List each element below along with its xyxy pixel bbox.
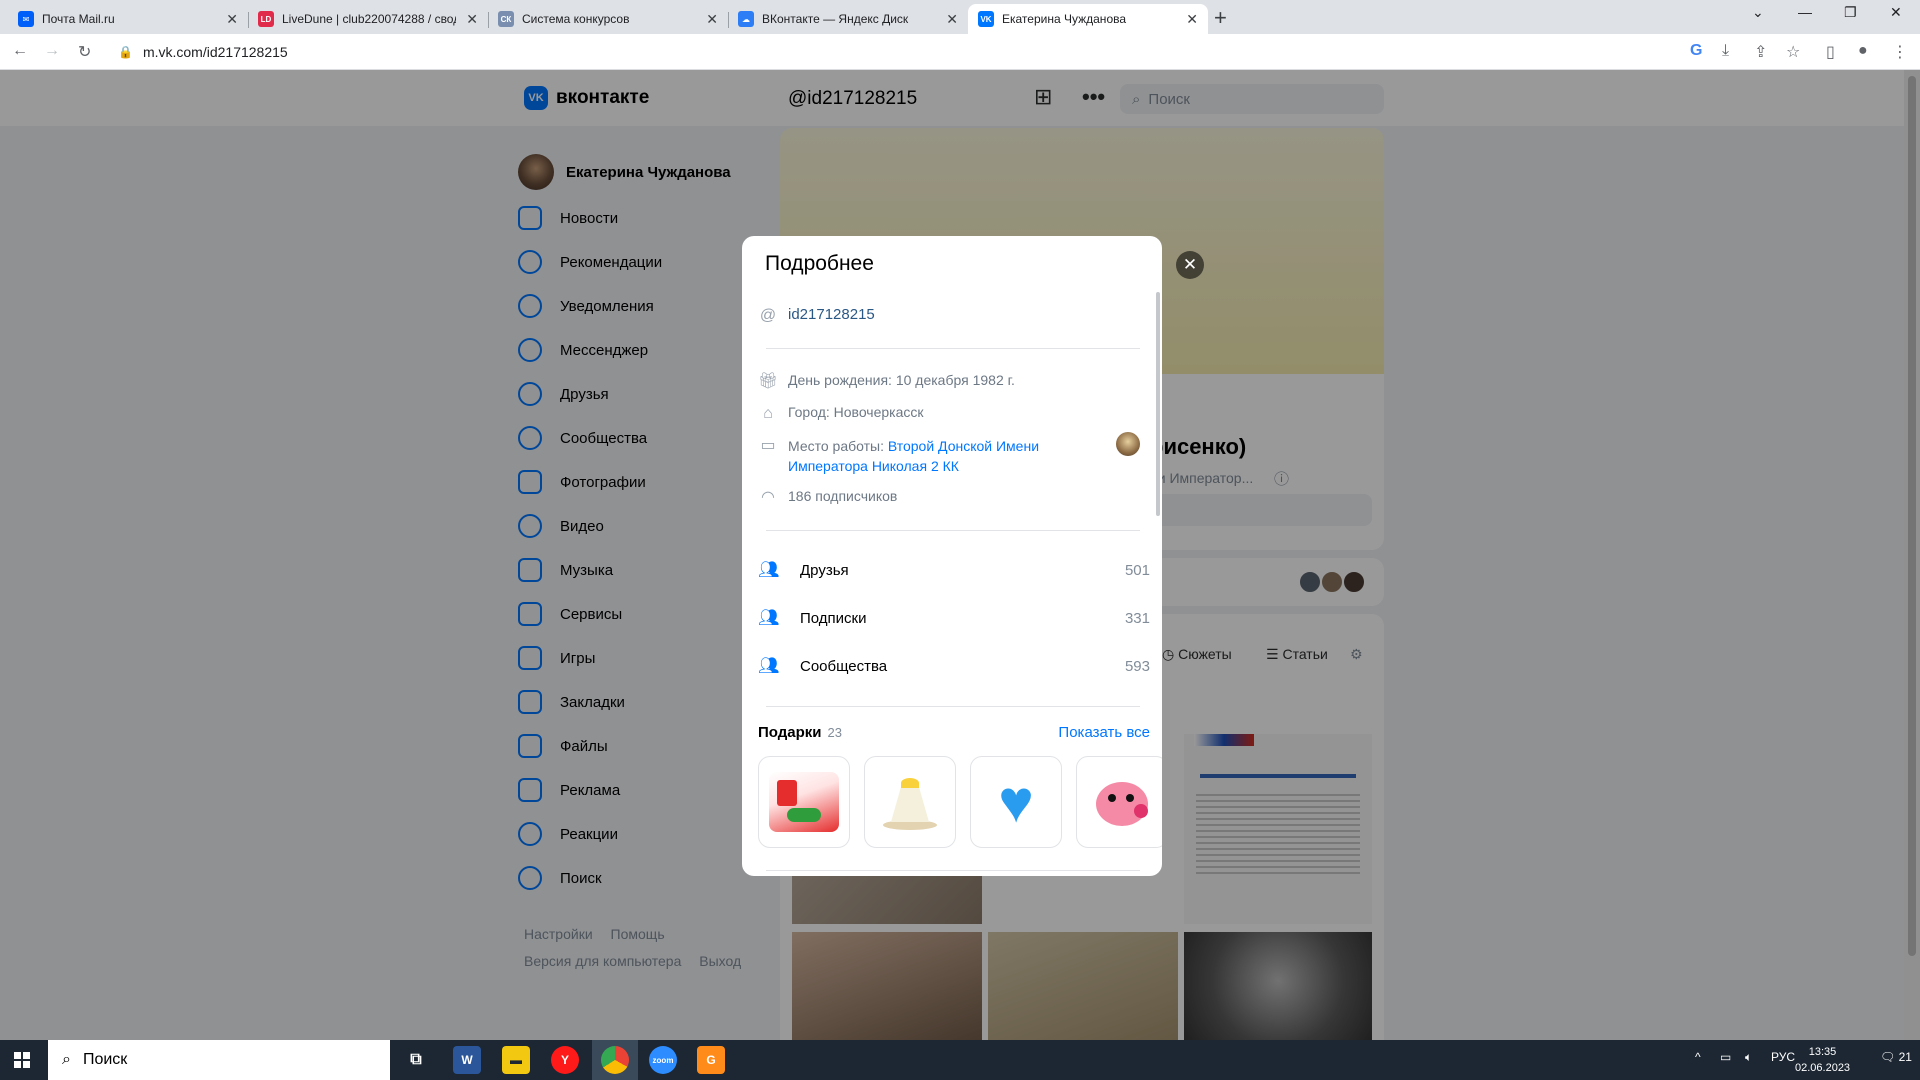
work-link-2[interactable]: Императора Николая 2 КК <box>788 458 959 474</box>
gift-may-day-digit <box>777 780 797 806</box>
birthday-row: 🎁︎ День рождения: 10 декабря 1982 г. <box>758 372 1015 390</box>
gift-easter-cake-top <box>901 778 919 788</box>
gift-may-day-leaves <box>787 808 821 822</box>
screen-name-link[interactable]: id217128215 <box>788 306 875 323</box>
taskbar-clock[interactable]: 13:35 02.06.2023 <box>1795 1044 1850 1076</box>
yandex-disk-icon: ☁ <box>738 11 754 27</box>
tab-livedune[interactable]: LD LiveDune | club220074288 / свод ✕ <box>248 4 488 34</box>
livedune-icon: LD <box>258 11 274 27</box>
bookmark-star-icon[interactable]: ☆ <box>1786 42 1800 62</box>
tab-search-icon[interactable]: ⌄ <box>1752 4 1764 21</box>
work-link[interactable]: Второй Донской Имени <box>888 438 1039 454</box>
gift-pink-toy-image <box>1090 774 1154 830</box>
contests-icon: СК <box>498 11 514 27</box>
minimize-button[interactable]: — <box>1798 4 1812 20</box>
gift-blue-heart[interactable]: ♥ <box>970 756 1062 848</box>
task-view-icon[interactable]: ⧉ <box>402 1046 430 1074</box>
work-row: ▭ Место работы: Второй Донской Имени Имп… <box>758 436 1088 476</box>
gift-may-day-image <box>769 772 839 832</box>
close-tab-icon[interactable]: ✕ <box>466 11 478 28</box>
zoom-icon[interactable]: zoom <box>649 1046 677 1074</box>
details-modal: Подробнее @ id217128215 🎁︎ День рождения… <box>742 236 1162 876</box>
at-icon: @ <box>759 307 777 324</box>
reload-icon[interactable]: ↻ <box>78 42 91 62</box>
language-indicator[interactable]: РУС <box>1771 1050 1795 1064</box>
divider <box>766 530 1140 531</box>
divider <box>766 348 1140 349</box>
side-panel-icon[interactable]: ▯ <box>1826 42 1835 62</box>
share-icon[interactable]: ⇪ <box>1754 42 1767 62</box>
tab-contests[interactable]: СК Система конкурсов ✕ <box>488 4 728 34</box>
rss-icon: ◠ <box>761 489 775 506</box>
stat-subscriptions[interactable]: 👥︎ Подписки 331 <box>758 602 1150 634</box>
show-all-gifts-link[interactable]: Показать все <box>1058 724 1150 741</box>
browser-toolbar: ← → ↻ 🔒 m.vk.com/id217128215 G ⤓ ⇪ ☆ ▯ ●… <box>0 34 1920 70</box>
city-row: ⌂ Город: Новочеркасск <box>758 404 923 424</box>
close-tab-icon[interactable]: ✕ <box>706 11 718 28</box>
tray-chevron-icon[interactable]: ^ <box>1695 1050 1701 1064</box>
subscriptions-icon: 👥︎ <box>758 608 780 627</box>
forward-icon[interactable]: → <box>44 42 60 60</box>
gift-pink-toy-eye <box>1108 794 1116 802</box>
gift-may-day[interactable] <box>758 756 850 848</box>
browser-tabbar: ✉ Почта Mail.ru ✕ LD LiveDune | club2200… <box>0 0 1920 34</box>
gift-easter-cake[interactable] <box>864 756 956 848</box>
back-icon[interactable]: ← <box>12 42 28 60</box>
tab-vk-profile[interactable]: VK Екатерина Чужданова ✕ <box>968 4 1208 34</box>
friends-icon: 👥︎ <box>758 560 780 579</box>
file-explorer-icon[interactable]: ▬ <box>502 1046 530 1074</box>
volume-icon[interactable]: 🔈︎ <box>1745 1050 1752 1065</box>
vk-icon: VK <box>978 11 994 27</box>
chrome-icon[interactable] <box>601 1046 629 1074</box>
word-icon[interactable]: W <box>453 1046 481 1074</box>
modal-scrollbar[interactable] <box>1156 292 1160 516</box>
close-tab-icon[interactable]: ✕ <box>946 11 958 28</box>
google-translate-icon[interactable]: G <box>1690 42 1702 60</box>
close-window-button[interactable]: ✕ <box>1890 4 1902 21</box>
yandex-browser-icon[interactable]: Y <box>551 1046 579 1074</box>
gifts-header: Подарки 23 Показать все <box>758 724 1150 741</box>
windows-taskbar: ⌕ Поиск ⧉ W ▬ Y zoom G ^ ▭ 🔈︎ РУС 13:35 … <box>0 1040 1920 1080</box>
gift-pink-toy[interactable] <box>1076 756 1162 848</box>
followers-row[interactable]: ◠ 186 подписчиков <box>758 488 897 508</box>
stat-friends[interactable]: 👥︎ Друзья 501 <box>758 554 1150 586</box>
divider <box>766 706 1140 707</box>
divider <box>766 870 1140 871</box>
communities-icon: 👥︎ <box>758 656 780 675</box>
taskbar-app-icon[interactable]: G <box>697 1046 725 1074</box>
tab-mail[interactable]: ✉ Почта Mail.ru ✕ <box>8 4 248 34</box>
heart-icon: ♥ <box>998 768 1034 835</box>
modal-title: Подробнее <box>765 252 874 275</box>
close-tab-icon[interactable]: ✕ <box>1186 11 1198 28</box>
windows-start-icon[interactable] <box>14 1052 30 1068</box>
close-icon: ✕ <box>1182 255 1198 274</box>
stat-communities[interactable]: 👥︎ Сообщества 593 <box>758 650 1150 682</box>
maximize-button[interactable]: ❐ <box>1844 4 1857 21</box>
briefcase-icon: ▭ <box>760 437 776 454</box>
install-icon[interactable]: ⤓ <box>1722 42 1729 60</box>
gift-icon: 🎁︎ <box>758 373 779 390</box>
mail-icon: ✉ <box>18 11 34 27</box>
close-tab-icon[interactable]: ✕ <box>226 11 238 28</box>
gift-easter-cake-body <box>891 782 929 822</box>
lock-icon[interactable]: 🔒 <box>118 45 133 59</box>
search-icon: ⌕ <box>62 1051 71 1068</box>
menu-icon[interactable]: ⋮ <box>1892 42 1908 62</box>
work-avatar[interactable] <box>1116 432 1140 456</box>
home-icon: ⌂ <box>763 405 773 422</box>
taskbar-search[interactable]: ⌕ Поиск <box>48 1040 390 1080</box>
network-icon[interactable]: ▭ <box>1720 1050 1731 1064</box>
screen-name-row: @ id217128215 <box>758 306 875 326</box>
gift-pink-toy-flower <box>1134 804 1148 818</box>
gift-easter-cake-image <box>875 772 945 832</box>
tab-yandex-disk[interactable]: ☁ ВКонтакте — Яндекс Диск ✕ <box>728 4 968 34</box>
notifications-icon[interactable]: 🗨︎ 21 <box>1880 1050 1912 1064</box>
address-bar[interactable]: 🔒 m.vk.com/id217128215 <box>108 38 1708 66</box>
profile-icon[interactable]: ● <box>1858 42 1868 60</box>
gift-pink-toy-eye <box>1126 794 1134 802</box>
new-tab-button[interactable]: + <box>1214 5 1227 31</box>
close-modal-button[interactable]: ✕ <box>1176 251 1204 279</box>
